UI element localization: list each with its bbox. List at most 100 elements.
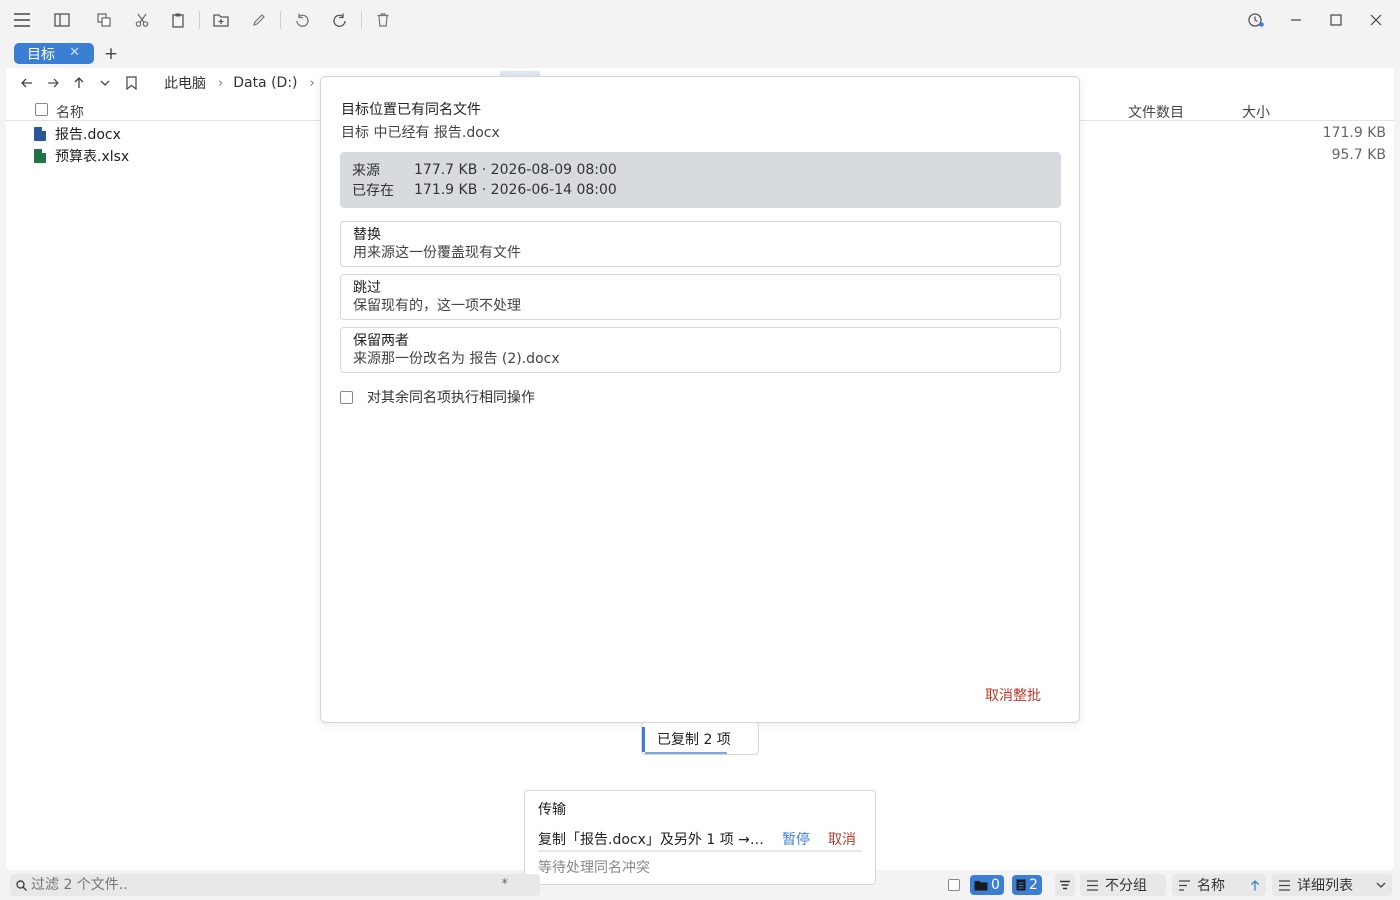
group-label: 不分组: [1105, 878, 1147, 894]
folder-icon: [974, 880, 988, 890]
cancel-transfer-button[interactable]: 取消: [828, 829, 856, 849]
toolbar-separator: [199, 11, 200, 29]
existing-label: 已存在: [352, 183, 394, 199]
folders-filter[interactable]: 0: [970, 874, 1004, 896]
minimize-icon[interactable]: [1276, 4, 1316, 36]
filter-input[interactable]: [31, 877, 491, 893]
source-details: 177.7 KB · 2026-08-09 08:00: [414, 162, 617, 178]
breadcrumb-this-pc[interactable]: 此电脑: [164, 73, 206, 93]
file-row[interactable]: 报告.docx: [34, 124, 121, 144]
file-name: 预算表.xlsx: [55, 149, 130, 165]
breadcrumb-data-drive[interactable]: Data (D:): [233, 75, 297, 91]
apply-to-all-checkbox[interactable]: 对其余同名项执行相同操作: [340, 387, 535, 407]
option-description: 用来源这一份覆盖现有文件: [353, 245, 521, 261]
toast-text: 已复制 2 项: [657, 731, 731, 748]
header-divider: [6, 120, 320, 121]
menu-icon[interactable]: [6, 4, 38, 36]
wildcard-toggle[interactable]: *: [502, 877, 509, 892]
transfer-title: 传输: [538, 802, 566, 818]
chevron-down-icon: [1376, 882, 1386, 888]
tab-close-icon[interactable]: ✕: [69, 45, 80, 60]
keep-both-option[interactable]: 保留两者 来源那一份改名为 报告 (2).docx: [340, 327, 1061, 373]
breadcrumb-separator: ›: [309, 75, 315, 91]
window-controls: [1236, 0, 1400, 40]
files-count: 2: [1029, 877, 1038, 893]
toolbar: [0, 0, 1400, 40]
maximize-icon[interactable]: [1316, 4, 1356, 36]
option-title: 保留两者: [353, 333, 409, 349]
filter-box: *: [10, 874, 540, 896]
source-info: 来源 177.7 KB · 2026-08-09 08:00: [352, 160, 1049, 180]
excel-spreadsheet-icon: [34, 149, 46, 163]
transfer-progress-bar: [538, 850, 862, 852]
option-description: 来源那一份改名为 报告 (2).docx: [353, 351, 560, 367]
file-row[interactable]: 预算表.xlsx: [34, 146, 129, 166]
rename-icon[interactable]: [243, 4, 275, 36]
delete-icon[interactable]: [367, 4, 399, 36]
file-icon: [1016, 879, 1026, 891]
file-size: 171.9 KB: [1322, 125, 1386, 141]
folders-count: 0: [991, 877, 1000, 893]
undo-icon[interactable]: [286, 4, 318, 36]
cut-icon[interactable]: [126, 4, 158, 36]
search-icon: [16, 879, 27, 891]
dialog-title: 目标位置已有同名文件: [341, 102, 481, 118]
conflict-info-box: 来源 177.7 KB · 2026-08-09 08:00 已存在 171.9…: [340, 152, 1061, 208]
toolbar-separator: [280, 11, 281, 29]
cancel-batch-button[interactable]: 取消整批: [985, 685, 1041, 705]
copy-icon[interactable]: [88, 4, 120, 36]
files-filter[interactable]: 2: [1012, 874, 1042, 896]
skip-option[interactable]: 跳过 保留现有的，这一项不处理: [340, 274, 1061, 320]
word-document-icon: [34, 127, 46, 141]
history-icon[interactable]: [1236, 4, 1276, 36]
toolbar-separator: [361, 11, 362, 29]
column-header-name[interactable]: 名称: [56, 102, 84, 122]
select-all-checkbox[interactable]: [35, 103, 48, 120]
transfer-job: 复制「报告.docx」及另外 1 项 → 目标: [538, 832, 766, 848]
select-checkbox[interactable]: [948, 874, 960, 896]
history-dropdown-icon[interactable]: [92, 70, 118, 96]
checkbox-box[interactable]: [340, 390, 353, 404]
column-header-size[interactable]: 大小: [1242, 102, 1270, 122]
sort-icon: [1179, 879, 1190, 891]
replace-option[interactable]: 替换 用来源这一份覆盖现有文件: [340, 221, 1061, 267]
new-tab-button[interactable]: +: [102, 43, 120, 64]
option-title: 替换: [353, 227, 381, 243]
tab-strip: 目标 ✕ +: [0, 40, 1400, 68]
view-label: 详细列表: [1297, 878, 1353, 894]
column-header-item-count[interactable]: 文件数目: [1128, 102, 1184, 122]
up-icon[interactable]: [66, 70, 92, 96]
apply-to-all-label: 对其余同名项执行相同操作: [367, 390, 535, 406]
option-description: 保留现有的，这一项不处理: [353, 298, 521, 314]
tab-target[interactable]: 目标 ✕: [14, 43, 94, 64]
file-name: 报告.docx: [55, 127, 121, 143]
breadcrumb-separator: ›: [218, 75, 224, 91]
sort-label: 名称: [1197, 878, 1225, 894]
sort-dropdown[interactable]: 名称: [1172, 874, 1266, 896]
back-icon[interactable]: [14, 70, 40, 96]
sort-ascending-icon[interactable]: [1250, 879, 1260, 891]
list-view-icon: [1279, 879, 1290, 891]
group-icon: [1087, 879, 1098, 891]
existing-info: 已存在 171.9 KB · 2026-06-14 08:00: [352, 180, 1049, 200]
sidebar-toggle-icon[interactable]: [46, 4, 78, 36]
forward-icon[interactable]: [40, 70, 66, 96]
bookmark-icon[interactable]: [118, 70, 144, 96]
status-bar: * 0 2 不分组 名称 详细列表: [0, 870, 1400, 900]
group-dropdown[interactable]: 不分组: [1080, 874, 1166, 896]
existing-details: 171.9 KB · 2026-06-14 08:00: [414, 182, 617, 198]
nav-bar: 此电脑 › Data (D:) ›: [6, 68, 315, 98]
close-window-icon[interactable]: [1356, 4, 1396, 36]
pause-button[interactable]: 暂停: [782, 829, 810, 849]
paste-icon[interactable]: [162, 4, 194, 36]
file-size: 95.7 KB: [1331, 147, 1386, 163]
option-title: 跳过: [353, 280, 381, 296]
dialog-subtitle: 目标 中已经有 报告.docx: [341, 125, 500, 141]
toast-progress: [645, 752, 727, 754]
view-dropdown[interactable]: 详细列表: [1272, 874, 1392, 896]
header-divider: [1080, 120, 1394, 121]
source-label: 来源: [352, 163, 380, 179]
redo-icon[interactable]: [324, 4, 356, 36]
new-folder-icon[interactable]: [205, 4, 237, 36]
filter-toggle[interactable]: [1055, 874, 1075, 896]
